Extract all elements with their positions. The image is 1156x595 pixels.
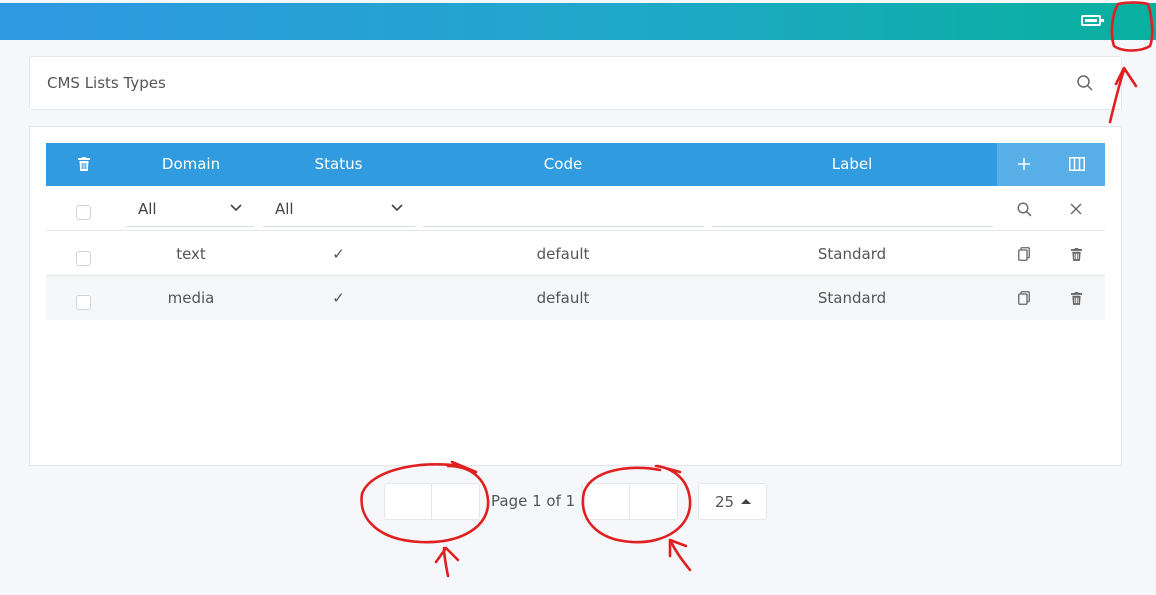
copy-icon[interactable] bbox=[1014, 288, 1034, 308]
page-title: CMS Lists Types bbox=[47, 74, 166, 92]
check-icon: ✓ bbox=[332, 289, 345, 307]
last-page-button[interactable] bbox=[630, 484, 677, 519]
first-page-button[interactable] bbox=[385, 484, 432, 519]
row-checkbox[interactable] bbox=[76, 295, 91, 310]
header-domain[interactable]: Domain bbox=[126, 143, 256, 186]
chevron-down-icon bbox=[230, 204, 242, 212]
header-actions bbox=[997, 143, 1105, 186]
plus-icon[interactable] bbox=[1014, 154, 1034, 174]
label-filter-input[interactable] bbox=[712, 190, 993, 227]
search-icon[interactable] bbox=[1014, 199, 1034, 219]
top-bar bbox=[0, 3, 1156, 40]
chevron-down-icon bbox=[391, 204, 403, 212]
trash-icon[interactable] bbox=[74, 154, 94, 174]
cell-code: default bbox=[536, 289, 590, 307]
caret-up-icon bbox=[741, 499, 751, 504]
header-code[interactable]: Code bbox=[423, 143, 703, 186]
trash-icon[interactable] bbox=[1066, 288, 1086, 308]
prev-page-button[interactable] bbox=[432, 484, 479, 519]
table-header: Domain Status Code Label bbox=[46, 143, 1105, 186]
copy-icon[interactable] bbox=[1014, 244, 1034, 264]
table-row[interactable]: media ✓ default Standard bbox=[46, 276, 1105, 320]
search-icon[interactable] bbox=[1076, 74, 1094, 92]
cell-label: Standard bbox=[817, 245, 887, 263]
table-row[interactable]: text ✓ default Standard bbox=[46, 232, 1105, 276]
domain-filter-select[interactable]: All bbox=[126, 190, 254, 227]
page-size-value: 25 bbox=[715, 493, 735, 511]
cell-code: default bbox=[536, 245, 590, 263]
cell-domain: media bbox=[167, 289, 215, 307]
table-card: Domain Status Code Label All All text ✓ … bbox=[29, 126, 1122, 466]
domain-filter-value: All bbox=[138, 200, 157, 218]
status-filter-value: All bbox=[275, 200, 294, 218]
status-filter-select[interactable]: All bbox=[263, 190, 415, 227]
filter-row: All All bbox=[46, 186, 1105, 231]
check-icon: ✓ bbox=[332, 245, 345, 263]
cell-label: Standard bbox=[817, 289, 887, 307]
close-icon[interactable] bbox=[1066, 199, 1086, 219]
battery-icon bbox=[1081, 15, 1104, 26]
header-status[interactable]: Status bbox=[266, 143, 411, 186]
trash-icon[interactable] bbox=[1066, 244, 1086, 264]
cell-domain: text bbox=[176, 245, 206, 263]
row-checkbox[interactable] bbox=[76, 251, 91, 266]
annotation-arrow-prev bbox=[434, 546, 460, 578]
page-indicator: Page 1 of 1 bbox=[491, 492, 576, 510]
select-all-checkbox[interactable] bbox=[76, 205, 91, 220]
topbar-menu-button[interactable] bbox=[1113, 3, 1156, 40]
columns-icon[interactable] bbox=[1066, 154, 1088, 174]
annotation-arrow-next bbox=[668, 538, 692, 572]
code-filter-input[interactable] bbox=[423, 190, 704, 227]
pager-next-group bbox=[582, 483, 678, 520]
next-page-button[interactable] bbox=[583, 484, 630, 519]
search-bar: CMS Lists Types bbox=[29, 56, 1122, 110]
pager-prev-group bbox=[384, 483, 480, 520]
page-size-select[interactable]: 25 bbox=[698, 483, 767, 520]
header-label[interactable]: Label bbox=[712, 143, 992, 186]
